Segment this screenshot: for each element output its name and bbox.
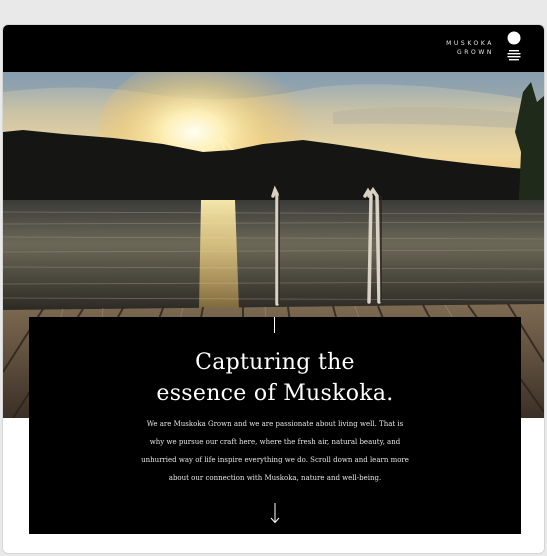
- intro-card: Capturing the essence of Muskoka. We are…: [29, 317, 521, 534]
- logo-line-2: GROWN: [457, 49, 494, 56]
- headline-line-2: essence of Muskoka.: [156, 381, 394, 406]
- divider-line: [274, 317, 275, 333]
- sun-over-water-icon[interactable]: [506, 31, 522, 65]
- headline-line-1: Capturing the: [195, 350, 355, 375]
- page-frame: MUSKOKA GROWN Capturing the essence of M…: [3, 25, 544, 553]
- top-bar: MUSKOKA GROWN: [3, 25, 544, 72]
- intro-paragraph: We are Muskoka Grown and we are passiona…: [141, 420, 409, 482]
- page-title: Capturing the essence of Muskoka.: [29, 347, 521, 409]
- logo[interactable]: MUSKOKA GROWN: [446, 39, 494, 57]
- logo-line-1: MUSKOKA: [446, 40, 494, 47]
- arrow-down-icon[interactable]: [266, 502, 284, 524]
